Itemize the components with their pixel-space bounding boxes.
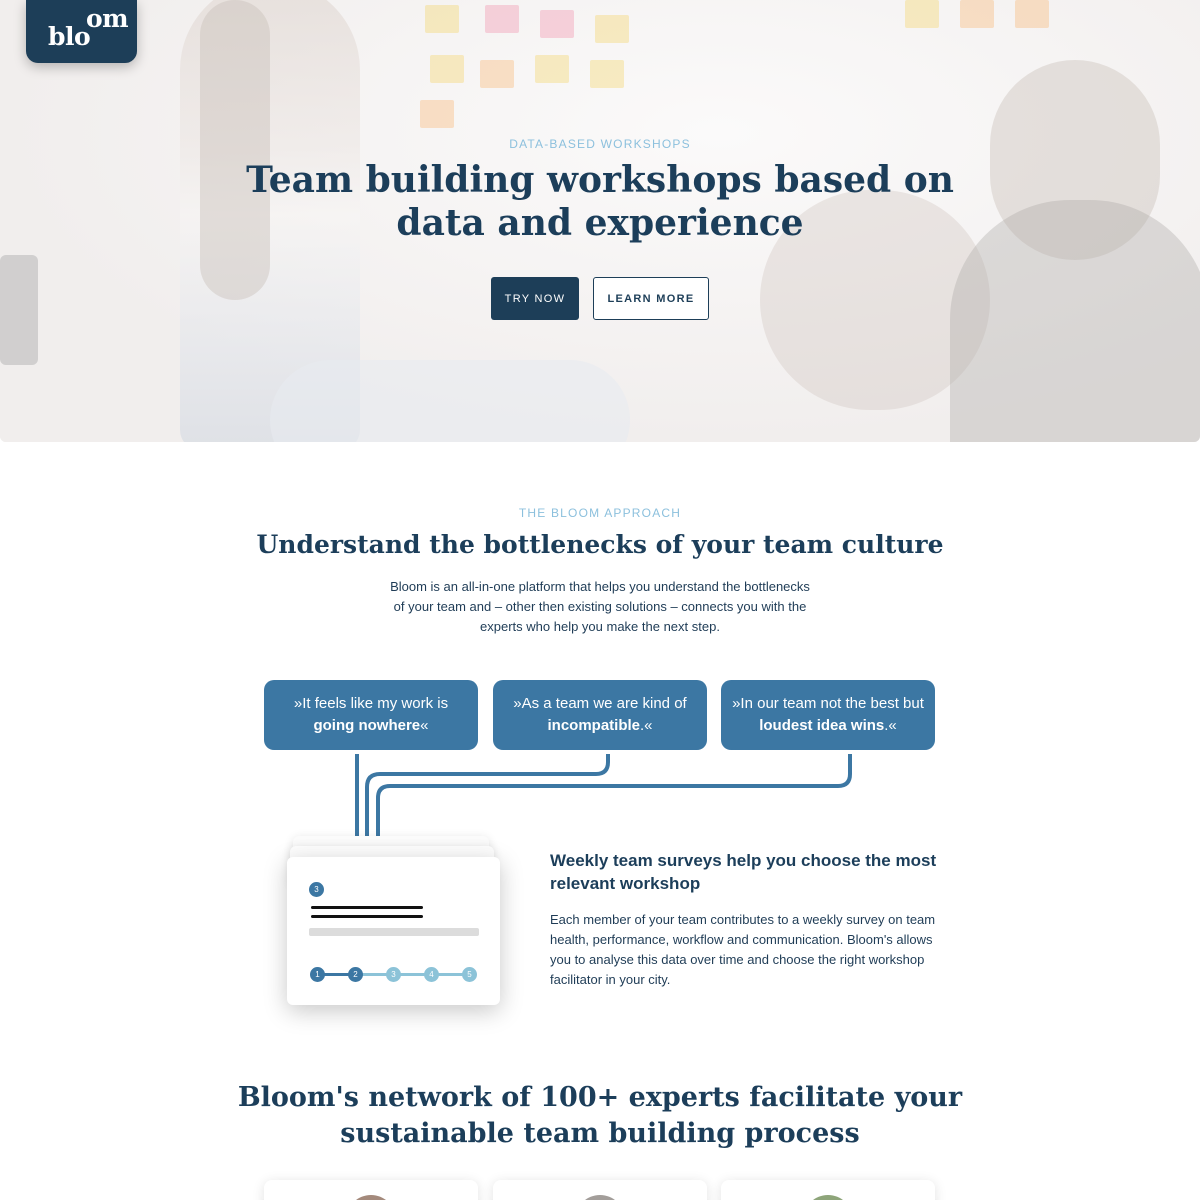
feature-title: Weekly team surveys help you choose the … <box>550 851 937 893</box>
feature-description: Each member of your team contributes to … <box>550 912 936 987</box>
quote-text: .« <box>884 717 897 734</box>
survey-card: 3 1 2 3 4 5 <box>287 857 500 1005</box>
quote-text: »As a team we are kind of <box>513 695 687 712</box>
expert-card[interactable] <box>493 1180 707 1200</box>
step-dot: 5 <box>462 967 477 982</box>
expert-avatar <box>803 1195 853 1200</box>
step-dot: 3 <box>386 967 401 982</box>
question-number-badge: 3 <box>309 882 324 897</box>
quote-bold: loudest idea wins <box>759 717 885 734</box>
step-dot: 4 <box>424 967 439 982</box>
step-dot: 2 <box>348 967 363 982</box>
expert-avatar <box>346 1195 396 1200</box>
question-text-line <box>311 915 423 918</box>
quote-text: .« <box>640 717 653 734</box>
expert-avatar <box>575 1195 625 1200</box>
expert-card[interactable] <box>264 1180 478 1200</box>
connector-lines <box>355 754 852 836</box>
quote-bubble-3: »In our team not the best but loudest id… <box>721 680 935 750</box>
quote-bubble-1: »It feels like my work is going nowhere« <box>264 680 478 750</box>
network-title: Bloom's network of 100+ experts facilita… <box>237 1082 963 1149</box>
expert-card[interactable] <box>721 1180 935 1200</box>
question-text-line <box>311 906 423 909</box>
quote-text: »In our team not the best but <box>732 695 924 712</box>
step-dot: 1 <box>310 967 325 982</box>
quote-bold: incompatible <box>547 717 640 734</box>
quote-text: « <box>420 717 429 734</box>
quote-bubble-2: »As a team we are kind of incompatible.« <box>493 680 707 750</box>
answer-placeholder <box>309 928 479 936</box>
quote-bold: going nowhere <box>313 717 421 734</box>
quote-text: »It feels like my work is <box>293 695 449 712</box>
